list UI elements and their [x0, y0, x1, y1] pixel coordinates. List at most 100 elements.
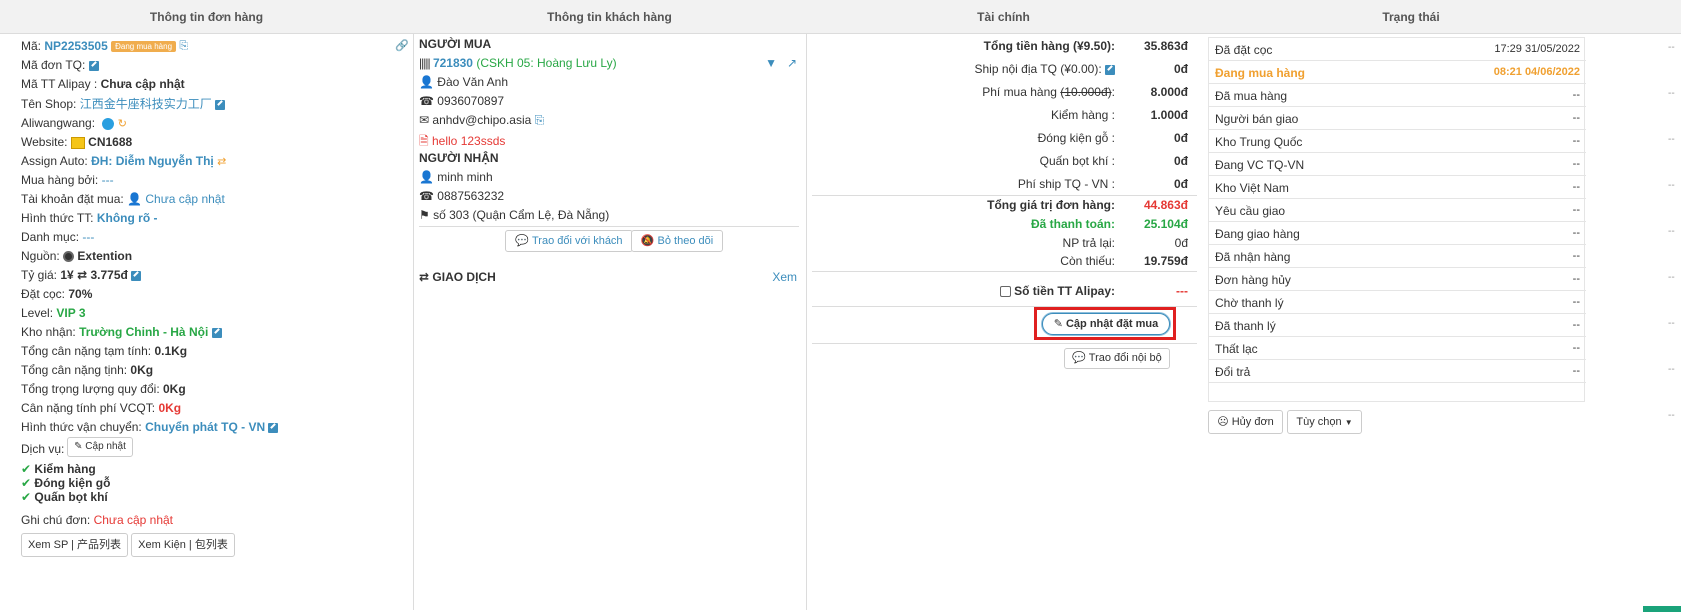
status-name: Đơn hàng hủy: [1215, 273, 1291, 287]
chat-customer-label: Trao đổi với khách: [531, 235, 623, 247]
view-products-button[interactable]: Xem SP | 产品列表: [21, 533, 128, 557]
unfollow-button[interactable]: 🔕 Bỏ theo dõi: [631, 230, 723, 252]
check-icon: ✔: [21, 462, 32, 476]
swap-icon[interactable]: ⇄: [217, 155, 226, 168]
conv-weight-value: 0Kg: [163, 382, 186, 396]
assign-value[interactable]: ĐH: Diễm Nguyễn Thị: [91, 154, 214, 168]
status-row: Người bán giao --: [1209, 107, 1586, 130]
shop-link[interactable]: 江西金牛座科技实力工厂: [80, 97, 212, 111]
update-purchase-button[interactable]: ✎ Cập nhật đặt mua: [1042, 313, 1170, 335]
alipay-amount-row: Số tiền TT Alipay:: [999, 284, 1115, 298]
ship-method-value[interactable]: Chuyển phát TQ - VN: [145, 420, 265, 434]
status-row: Thất lạc --: [1209, 337, 1586, 360]
order-code-row: Mã: NP2253505 Đang mua hàng ⎘ 🔗: [21, 39, 409, 53]
chat-customer-button[interactable]: 💬 Trao đổi với khách: [505, 230, 633, 252]
divider: [419, 226, 799, 227]
edit-icon[interactable]: [268, 422, 279, 433]
caret-down-icon: ▼: [1344, 418, 1353, 427]
transactions-view-link[interactable]: Xem: [772, 270, 797, 284]
status-name: Người bán giao: [1215, 112, 1299, 126]
unfollow-label: Bỏ theo dõi: [657, 235, 714, 247]
paid-label: Đã thanh toán:: [1031, 217, 1115, 231]
warehouse-row: Kho nhận: Trường Chinh - Hà Nội: [21, 325, 222, 339]
status-time: --: [1572, 273, 1580, 285]
scroll-to-top-button[interactable]: [1643, 606, 1681, 612]
scroll-region[interactable]: -- -- -- -- -- -- -- -- --: [1664, 42, 1681, 442]
edit-icon[interactable]: [1105, 64, 1115, 75]
copy-icon[interactable]: ⎘: [179, 40, 188, 53]
category-label: Danh mục:: [21, 230, 80, 244]
comment-icon: 💬: [515, 235, 530, 247]
service-update-button[interactable]: ✎ Cập nhật: [67, 437, 133, 457]
deposit-row: Đặt cọc: 70%: [21, 287, 92, 301]
copy-icon[interactable]: ⎘: [535, 113, 545, 127]
status-name: Chờ thanh lý: [1215, 296, 1284, 310]
barcode-icon: |||||: [419, 56, 431, 70]
transactions-title: GIAO DỊCH: [432, 270, 496, 284]
finance-row-value: 0đ: [1173, 62, 1188, 76]
buyer-name-row: 👤 Đào Văn Anh: [419, 75, 508, 89]
link-icon[interactable]: 🔗: [395, 39, 409, 52]
status-time: --: [1572, 204, 1580, 216]
finance-row-label: Phí ship TQ - VN :: [1017, 177, 1115, 191]
user-icon: 👤: [419, 75, 434, 89]
finance-row-label: Phí mua hàng (10.000đ):: [982, 85, 1115, 99]
view-packages-button[interactable]: Xem Kiện | 包列表: [131, 533, 235, 557]
status-marker: --: [1668, 88, 1675, 99]
status-name: Đã đặt cọc: [1215, 43, 1273, 57]
aliwangwang-chat-icon[interactable]: [102, 117, 115, 130]
alipay-checkbox[interactable]: [999, 286, 1011, 298]
cancel-order-button[interactable]: ☹ Hủy đơn: [1208, 410, 1283, 434]
finance-row-label: Ship nội địa TQ (¥0.00):: [974, 62, 1115, 76]
internal-chat-button[interactable]: 💬 Trao đổi nội bộ: [1064, 348, 1170, 369]
payment-value[interactable]: Không rõ -: [97, 211, 158, 225]
header-order-info: Thông tin đơn hàng: [149, 10, 264, 24]
fee-label: Phí mua hàng: [982, 85, 1057, 99]
internal-chat-label: Trao đổi nội bộ: [1088, 352, 1162, 364]
divider: [812, 343, 1197, 344]
account-label: Tài khoản đặt mua:: [21, 192, 124, 206]
finance-row-value: 8.000đ: [1150, 85, 1188, 99]
edit-icon[interactable]: [131, 270, 142, 281]
refresh-icon[interactable]: ↻: [118, 117, 127, 130]
options-dropdown-button[interactable]: Tùy chọn ▼: [1287, 410, 1362, 434]
alipay-value: Chưa cập nhật: [100, 77, 185, 91]
account-value[interactable]: Chưa cập nhật: [145, 192, 224, 206]
status-row: Đang VC TQ-VN --: [1209, 153, 1586, 176]
external-link-icon[interactable]: ↗: [787, 56, 797, 70]
edit-icon[interactable]: [211, 327, 222, 338]
website-label: Website:: [21, 135, 68, 149]
status-marker: --: [1668, 42, 1675, 53]
status-name: Kho Trung Quốc: [1215, 135, 1303, 149]
status-marker: --: [1668, 272, 1675, 283]
ship-method-label: Hình thức vận chuyển:: [21, 420, 142, 434]
filter-icon[interactable]: ▼: [765, 56, 777, 70]
refund-label: NP trả lại:: [1062, 236, 1115, 250]
order-code-label: Mã:: [21, 39, 42, 53]
note-value[interactable]: Chưa cập nhật: [94, 513, 173, 527]
status-time: --: [1572, 181, 1580, 193]
tq-code-row: Mã đơn TQ:: [21, 58, 99, 72]
buyer-id[interactable]: 721830: [433, 56, 473, 70]
payment-row: Hình thức TT: Không rõ -: [21, 211, 158, 225]
phone-icon: ☎: [419, 94, 434, 108]
order-code[interactable]: NP2253505: [44, 39, 107, 53]
status-time: --: [1572, 227, 1580, 239]
status-badge: Đang mua hàng: [111, 41, 177, 53]
conv-weight-label: Tổng trọng lượng quy đổi:: [21, 382, 160, 396]
service-row: Dịch vụ:: [21, 442, 64, 456]
buyer-email-row: ✉ anhdv@chipo.asia ⎘: [419, 113, 544, 128]
edit-icon[interactable]: [215, 99, 226, 110]
category-value[interactable]: ---: [82, 230, 94, 244]
service-item-label: Quấn bọt khí: [34, 490, 108, 504]
user-icon: 👤: [127, 192, 143, 206]
finance-row-value: 0đ: [1173, 131, 1188, 145]
payment-label: Hình thức TT:: [21, 211, 94, 225]
deposit-label: Đặt cọc:: [21, 287, 66, 301]
divider: [413, 34, 414, 610]
edit-icon: ✎: [1053, 318, 1063, 330]
header-finance: Tài chính: [977, 10, 1030, 24]
vcqt-weight-value: 0Kg: [158, 401, 182, 415]
edit-icon[interactable]: [88, 60, 99, 71]
status-row: Đơn hàng hủy --: [1209, 268, 1586, 291]
